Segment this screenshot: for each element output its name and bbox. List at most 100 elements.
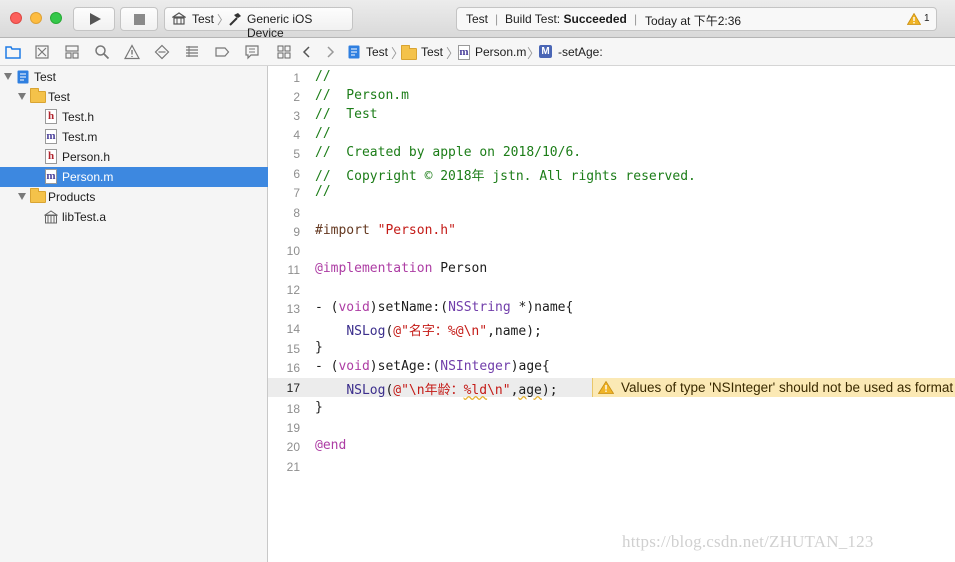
inline-warning-message[interactable]: Values of type 'NSInteger' should not be… [592,378,955,397]
code-text: // Person.m [315,88,409,103]
code-text: // Created by apple on 2018/10/6. [315,145,582,160]
hammer-icon [229,13,241,26]
project-file-icon [17,70,29,84]
tree-row-file[interactable]: h Person.h [0,147,268,167]
jump-item-project[interactable]: Test [366,45,388,59]
jump-item-method[interactable]: -setAge: [558,45,603,59]
code-line: 11 @implementation Person [268,260,955,279]
code-line: 18 } [268,399,955,418]
line-number: 15 [286,342,300,356]
close-window-button[interactable] [10,12,22,24]
jump-item-file[interactable]: Person.m [475,45,526,59]
activity-viewer: Test | Build Test: Succeeded | Today at … [456,7,937,31]
source-control-icon[interactable] [34,44,50,60]
scheme-selector[interactable]: Test 〉 Generic iOS Device [164,7,353,40]
disclosure-triangle-icon[interactable] [18,193,26,200]
code-text: #import "Person.h" [315,223,456,238]
group-name: Products [48,190,96,204]
code-line: 16 - (void)setAge:(NSInteger)age{ [268,358,955,377]
symbol-icon[interactable] [64,44,80,60]
line-number: 1 [293,71,300,85]
activity-project: Test [466,12,489,26]
code-text: // Copyright © 2018年 jstn. All rights re… [315,169,696,184]
header-file-icon: h [45,109,57,124]
line-number: 17 [286,381,300,395]
zoom-window-button[interactable] [50,12,62,24]
activity-separator: | [634,12,638,26]
source-editor[interactable]: 1 // 2 // Person.m 3 // Test 4 // 5 // C… [268,66,955,562]
breakpoint-icon[interactable] [214,44,230,60]
line-number: 19 [286,421,300,435]
library-icon [44,210,58,224]
line-number: 20 [286,440,300,454]
debug-icon[interactable] [184,44,200,60]
code-line: 10 [268,241,955,260]
back-arrow-icon[interactable] [302,45,312,59]
code-line-current: 17 NSLog(@"\n年龄：%ld\n",age); Values of t… [268,378,955,398]
destination-name: Generic iOS Device [247,12,313,40]
jump-item-group[interactable]: Test [421,45,443,59]
scheme-app-icon [172,12,186,25]
stop-button[interactable] [120,7,158,31]
code-line: 5 // Created by apple on 2018/10/6. [268,144,955,163]
code-line: 2 // Person.m [268,87,955,106]
line-number: 10 [286,244,300,258]
tree-row-project[interactable]: Test [0,67,268,87]
code-text: @end [315,438,347,453]
play-icon [90,13,101,25]
related-items-icon[interactable] [277,45,291,59]
disclosure-triangle-icon[interactable] [4,73,12,80]
build-result: Succeeded [563,12,627,26]
line-number: 5 [293,147,300,161]
line-number: 3 [293,109,300,123]
folder-icon[interactable] [5,44,21,60]
build-time: Today at 下午2:36 [645,14,742,28]
code-text: // Test [315,107,378,122]
issue-icon[interactable] [124,44,140,60]
warning-icon[interactable] [907,13,921,25]
project-navigator: Test Test h Test.h m Test.m h Person.h m… [0,66,268,562]
code-line: 3 // Test [268,106,955,125]
tree-row-file[interactable]: m Test.m [0,127,268,147]
code-line: 21 [268,457,955,476]
folder-icon [30,88,46,103]
scheme-name: Test [192,12,215,26]
project-name: Test [34,70,57,84]
implementation-file-icon: m [45,169,57,184]
warning-icon [598,381,614,394]
forward-arrow-icon[interactable] [325,45,335,59]
warning-text: Values of type 'NSInteger' should not be… [621,380,955,395]
code-line: 14 NSLog(@"名字：%@\n",name); [268,319,955,339]
code-line: 4 // [268,125,955,144]
code-text: } [315,340,323,355]
product-name: libTest.a [62,210,107,224]
stop-icon [134,14,145,25]
file-name: Test.m [62,130,98,144]
code-text: // [315,184,331,199]
tree-row-file-selected[interactable]: m Person.m [0,167,268,187]
tree-row-group-test[interactable]: Test [0,87,268,107]
minimize-window-button[interactable] [30,12,42,24]
line-number: 4 [293,128,300,142]
code-text: @implementation Person [315,261,488,276]
code-text: - (void)setName:(NSString *)name{ [315,300,574,315]
report-icon[interactable] [244,44,260,60]
window-toolbar: Test 〉 Generic iOS Device Test | Build T… [0,0,955,40]
project-file-icon [348,45,360,59]
tree-row-file[interactable]: h Test.h [0,107,268,127]
code-text: NSLog(@"名字：%@\n",name); [346,324,542,339]
header-file-icon: h [45,149,57,164]
code-text: } [315,400,323,415]
line-number: 21 [286,460,300,474]
code-line: 12 [268,280,955,299]
file-name: Person.m [62,170,114,184]
tree-row-product[interactable]: libTest.a [0,207,268,227]
line-number: 6 [293,167,300,181]
method-icon: M [539,45,552,58]
disclosure-triangle-icon[interactable] [18,93,26,100]
test-icon[interactable] [154,44,170,60]
run-button[interactable] [73,7,115,31]
tree-row-group-products[interactable]: Products [0,187,268,207]
search-icon[interactable] [94,44,110,60]
line-number: 7 [293,186,300,200]
